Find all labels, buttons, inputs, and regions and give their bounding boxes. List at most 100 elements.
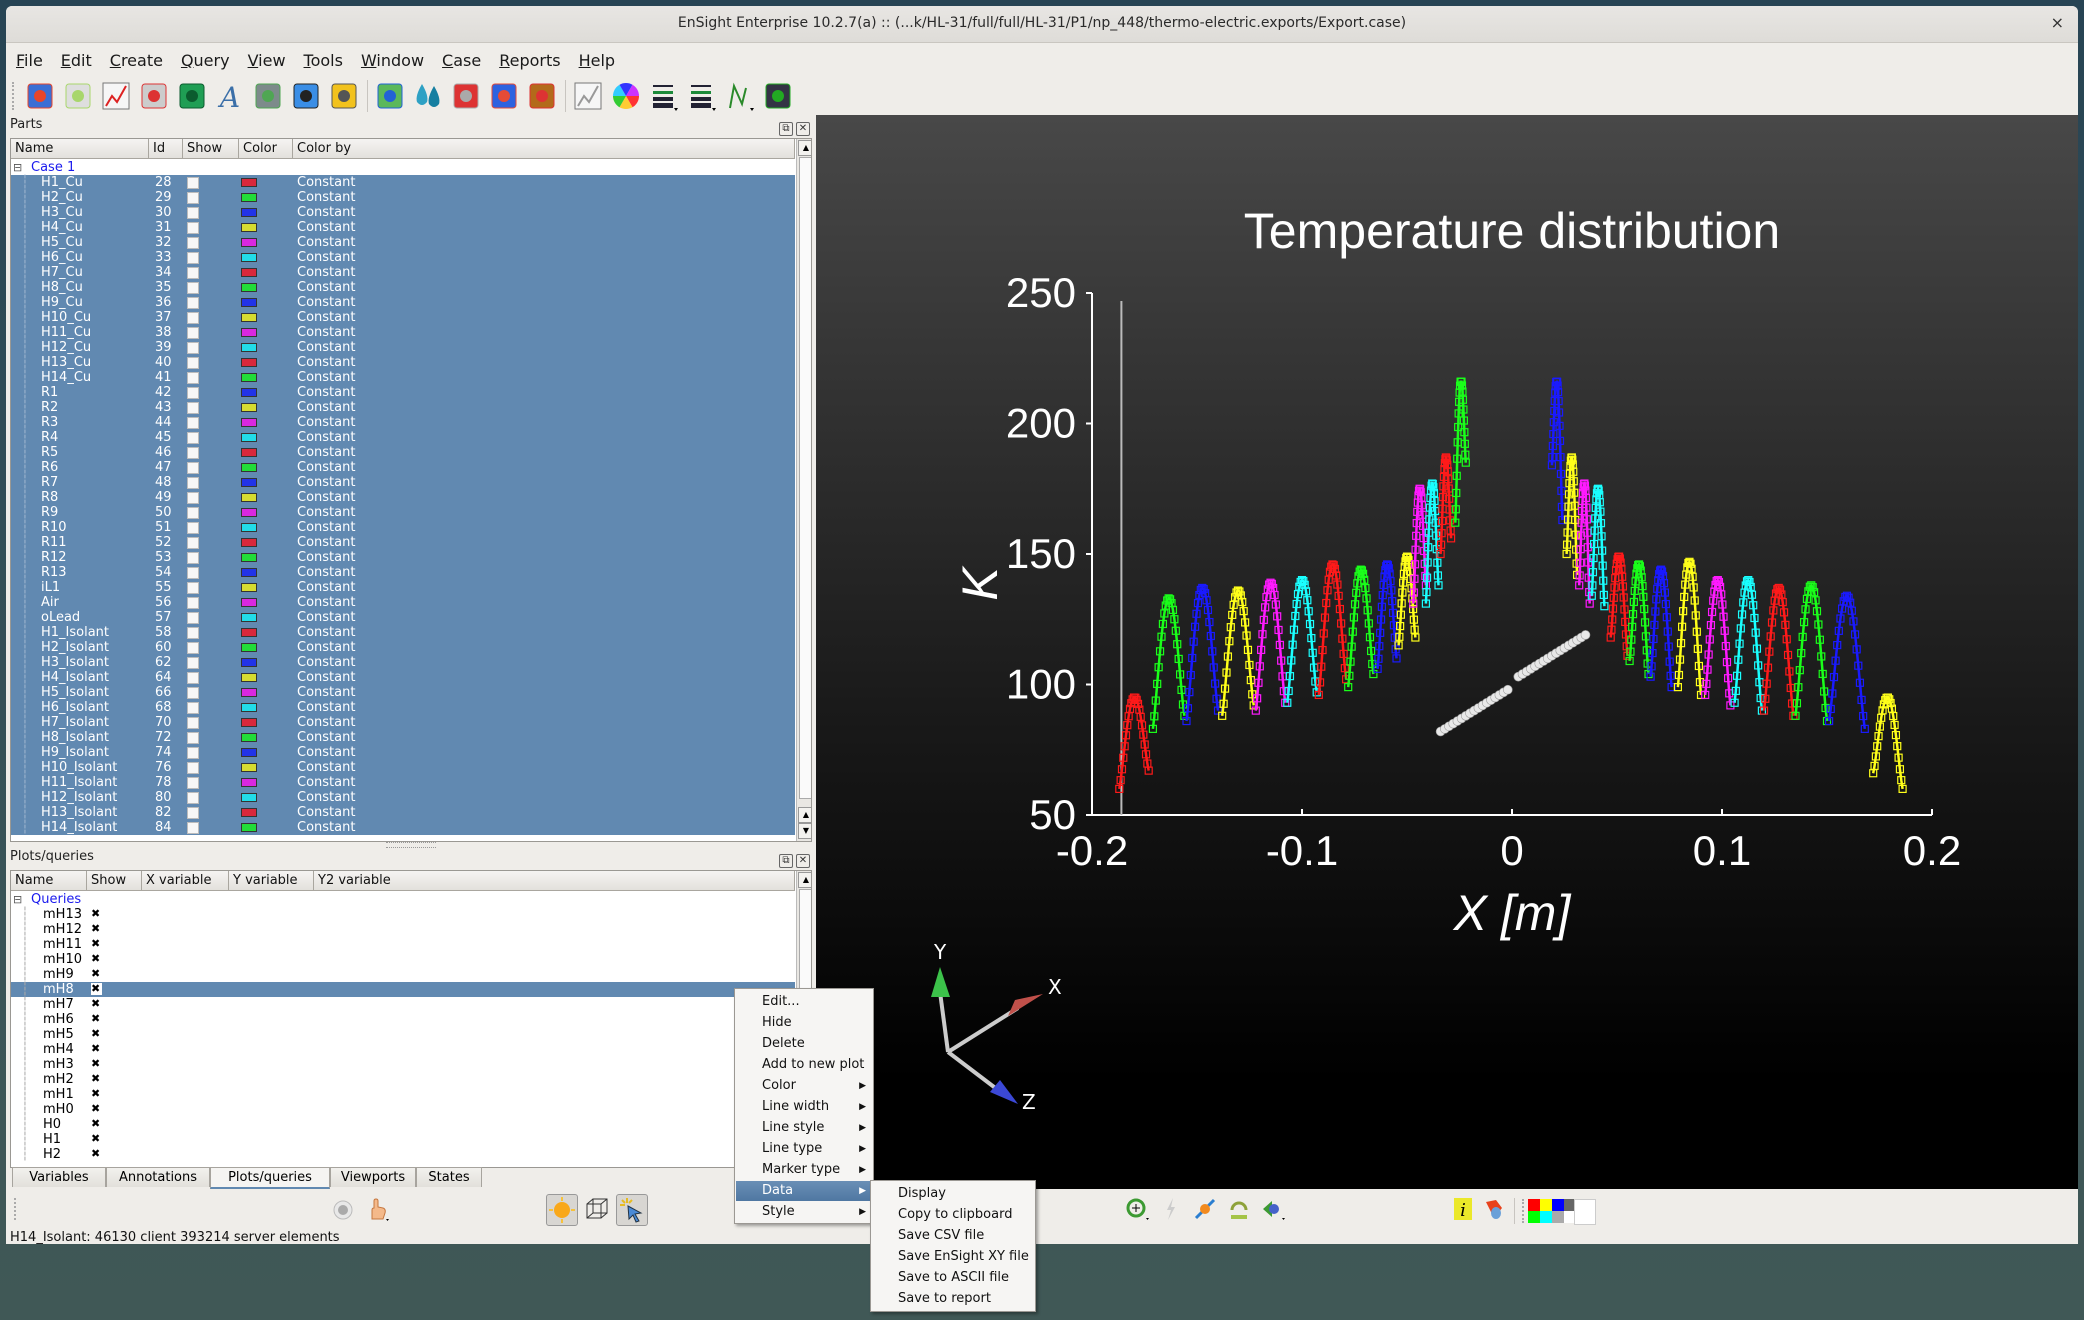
show-checkbox[interactable]	[187, 462, 199, 474]
part-row[interactable]: ┆ H2_Cu 29 Constant	[11, 190, 795, 205]
line-style-icon[interactable]	[686, 80, 718, 112]
query-row[interactable]: ┆ mH4 ✖	[11, 1042, 795, 1057]
color-swatch[interactable]	[241, 643, 257, 652]
color-swatch[interactable]	[241, 418, 257, 427]
pick-hand-icon[interactable]	[364, 1197, 390, 1223]
menu-item-marker-type[interactable]: Marker type ▶	[736, 1160, 872, 1180]
color-swatch[interactable]	[241, 778, 257, 787]
menu-item-line-style[interactable]: Line style ▶	[736, 1118, 872, 1138]
query-row[interactable]: ┆ H0 ✖	[11, 1117, 795, 1132]
plot-frame-icon[interactable]	[572, 80, 604, 112]
graphics-viewport[interactable]: Temperature distribution 50 100 150 200 250 -0…	[816, 115, 2078, 1189]
part-row[interactable]: ┆ H14_Isolant 84 Constant	[11, 820, 795, 835]
part-row[interactable]: ┆ H3_Cu 30 Constant	[11, 205, 795, 220]
menu-view[interactable]: View	[238, 43, 294, 70]
show-toggle-icon[interactable]: ✖	[91, 1118, 102, 1130]
menu-edit[interactable]: Edit	[51, 43, 100, 70]
viewport-layout-icon[interactable]	[176, 80, 208, 112]
show-toggle-icon[interactable]: ✖	[91, 1058, 102, 1070]
show-toggle-icon[interactable]: ✖	[91, 1088, 102, 1100]
show-checkbox[interactable]	[187, 552, 199, 564]
query-probe-icon[interactable]	[138, 80, 170, 112]
color-swatch[interactable]	[241, 388, 257, 397]
menu-case[interactable]: Case	[432, 43, 489, 70]
translate-arrows-icon[interactable]	[1192, 1196, 1218, 1222]
part-row[interactable]: ┆ Air 56 Constant	[11, 595, 795, 610]
part-row[interactable]: ┆ H1_Isolant 58 Constant	[11, 625, 795, 640]
show-checkbox[interactable]	[187, 297, 199, 309]
part-row[interactable]: ┆ H4_Isolant 64 Constant	[11, 670, 795, 685]
show-checkbox[interactable]	[187, 387, 199, 399]
color-swatch[interactable]	[241, 313, 257, 322]
show-checkbox[interactable]	[187, 777, 199, 789]
query-row[interactable]: ┆ mH1 ✖	[11, 1087, 795, 1102]
query-row[interactable]: ┆ mH3 ✖	[11, 1057, 795, 1072]
color-swatch[interactable]	[241, 523, 257, 532]
part-row[interactable]: ┆ H10_Isolant 76 Constant	[11, 760, 795, 775]
part-row[interactable]: ┆ R1 42 Constant	[11, 385, 795, 400]
menu-window[interactable]: Window	[351, 43, 432, 70]
part-row[interactable]: ┆ H3_Isolant 62 Constant	[11, 655, 795, 670]
show-toggle-icon[interactable]: ✖	[91, 1028, 102, 1040]
lightning-icon[interactable]	[1158, 1196, 1184, 1222]
menu-file[interactable]: File	[6, 43, 51, 70]
tree-group-case-1[interactable]: ⊟ Case 1	[11, 160, 795, 175]
show-checkbox[interactable]	[187, 822, 199, 834]
part-row[interactable]: ┆ R5 46 Constant	[11, 445, 795, 460]
show-checkbox[interactable]	[187, 702, 199, 714]
column-header-id[interactable]: Id	[149, 139, 183, 159]
color-swatch[interactable]	[241, 568, 257, 577]
color-swatch[interactable]	[241, 673, 257, 682]
tab-states[interactable]: States	[416, 1167, 482, 1187]
part-row[interactable]: ┆ H10_Cu 37 Constant	[11, 310, 795, 325]
query-row[interactable]: ┆ mH9 ✖	[11, 967, 795, 982]
collapse-icon[interactable]: ⊟	[13, 892, 22, 907]
parts-puzzle-icon[interactable]	[24, 80, 56, 112]
part-row[interactable]: ┆ H8_Cu 35 Constant	[11, 280, 795, 295]
show-checkbox[interactable]	[187, 537, 199, 549]
color-swatch[interactable]	[241, 403, 257, 412]
undock-icon[interactable]: ⧉	[779, 854, 793, 868]
menu-item-data[interactable]: Data ▶	[736, 1181, 872, 1201]
column-header-y-variable[interactable]: Y variable	[229, 871, 314, 891]
show-checkbox[interactable]	[187, 372, 199, 384]
part-row[interactable]: ┆ R7 48 Constant	[11, 475, 795, 490]
part-row[interactable]: ┆ R10 51 Constant	[11, 520, 795, 535]
part-row[interactable]: ┆ R6 47 Constant	[11, 460, 795, 475]
show-checkbox[interactable]	[187, 627, 199, 639]
color-swatch[interactable]	[241, 658, 257, 667]
color-swatch[interactable]	[241, 793, 257, 802]
show-toggle-icon[interactable]: ✖	[91, 998, 102, 1010]
menu-item-hide[interactable]: Hide	[736, 1013, 872, 1033]
part-row[interactable]: ┆ H4_Cu 31 Constant	[11, 220, 795, 235]
rotate-reset-icon[interactable]	[1226, 1196, 1252, 1222]
color-swatch[interactable]	[241, 193, 257, 202]
show-checkbox[interactable]	[187, 687, 199, 699]
column-header-show[interactable]: Show	[87, 871, 142, 891]
line-type-icon[interactable]	[724, 80, 756, 112]
info-icon[interactable]: i	[1450, 1196, 1476, 1222]
part-row[interactable]: ┆ iL1 55 Constant	[11, 580, 795, 595]
part-row[interactable]: ┆ R13 54 Constant	[11, 565, 795, 580]
color-swatch[interactable]	[241, 208, 257, 217]
show-checkbox[interactable]	[187, 642, 199, 654]
undock-icon[interactable]: ⧉	[779, 122, 793, 136]
color-swatch[interactable]	[241, 298, 257, 307]
show-checkbox[interactable]	[187, 327, 199, 339]
show-checkbox[interactable]	[187, 717, 199, 729]
show-checkbox[interactable]	[187, 222, 199, 234]
view-direction-icon[interactable]	[1260, 1196, 1286, 1222]
close-icon[interactable]: ✕	[796, 122, 810, 136]
color-swatch[interactable]	[241, 538, 257, 547]
column-header-color[interactable]: Color	[239, 139, 293, 159]
column-header-name[interactable]: Name	[11, 871, 87, 891]
clip-scissors-icon[interactable]	[450, 80, 482, 112]
show-toggle-icon[interactable]: ✖	[91, 1043, 102, 1055]
part-row[interactable]: ┆ H13_Isolant 82 Constant	[11, 805, 795, 820]
part-row[interactable]: ┆ H1_Cu 28 Constant	[11, 175, 795, 190]
show-toggle-icon[interactable]: ✖	[91, 968, 102, 980]
query-row[interactable]: ┆ mH12 ✖	[11, 922, 795, 937]
hierarchy-icon[interactable]	[762, 80, 794, 112]
show-checkbox[interactable]	[187, 207, 199, 219]
menu-item-style[interactable]: Style ▶	[736, 1202, 872, 1222]
